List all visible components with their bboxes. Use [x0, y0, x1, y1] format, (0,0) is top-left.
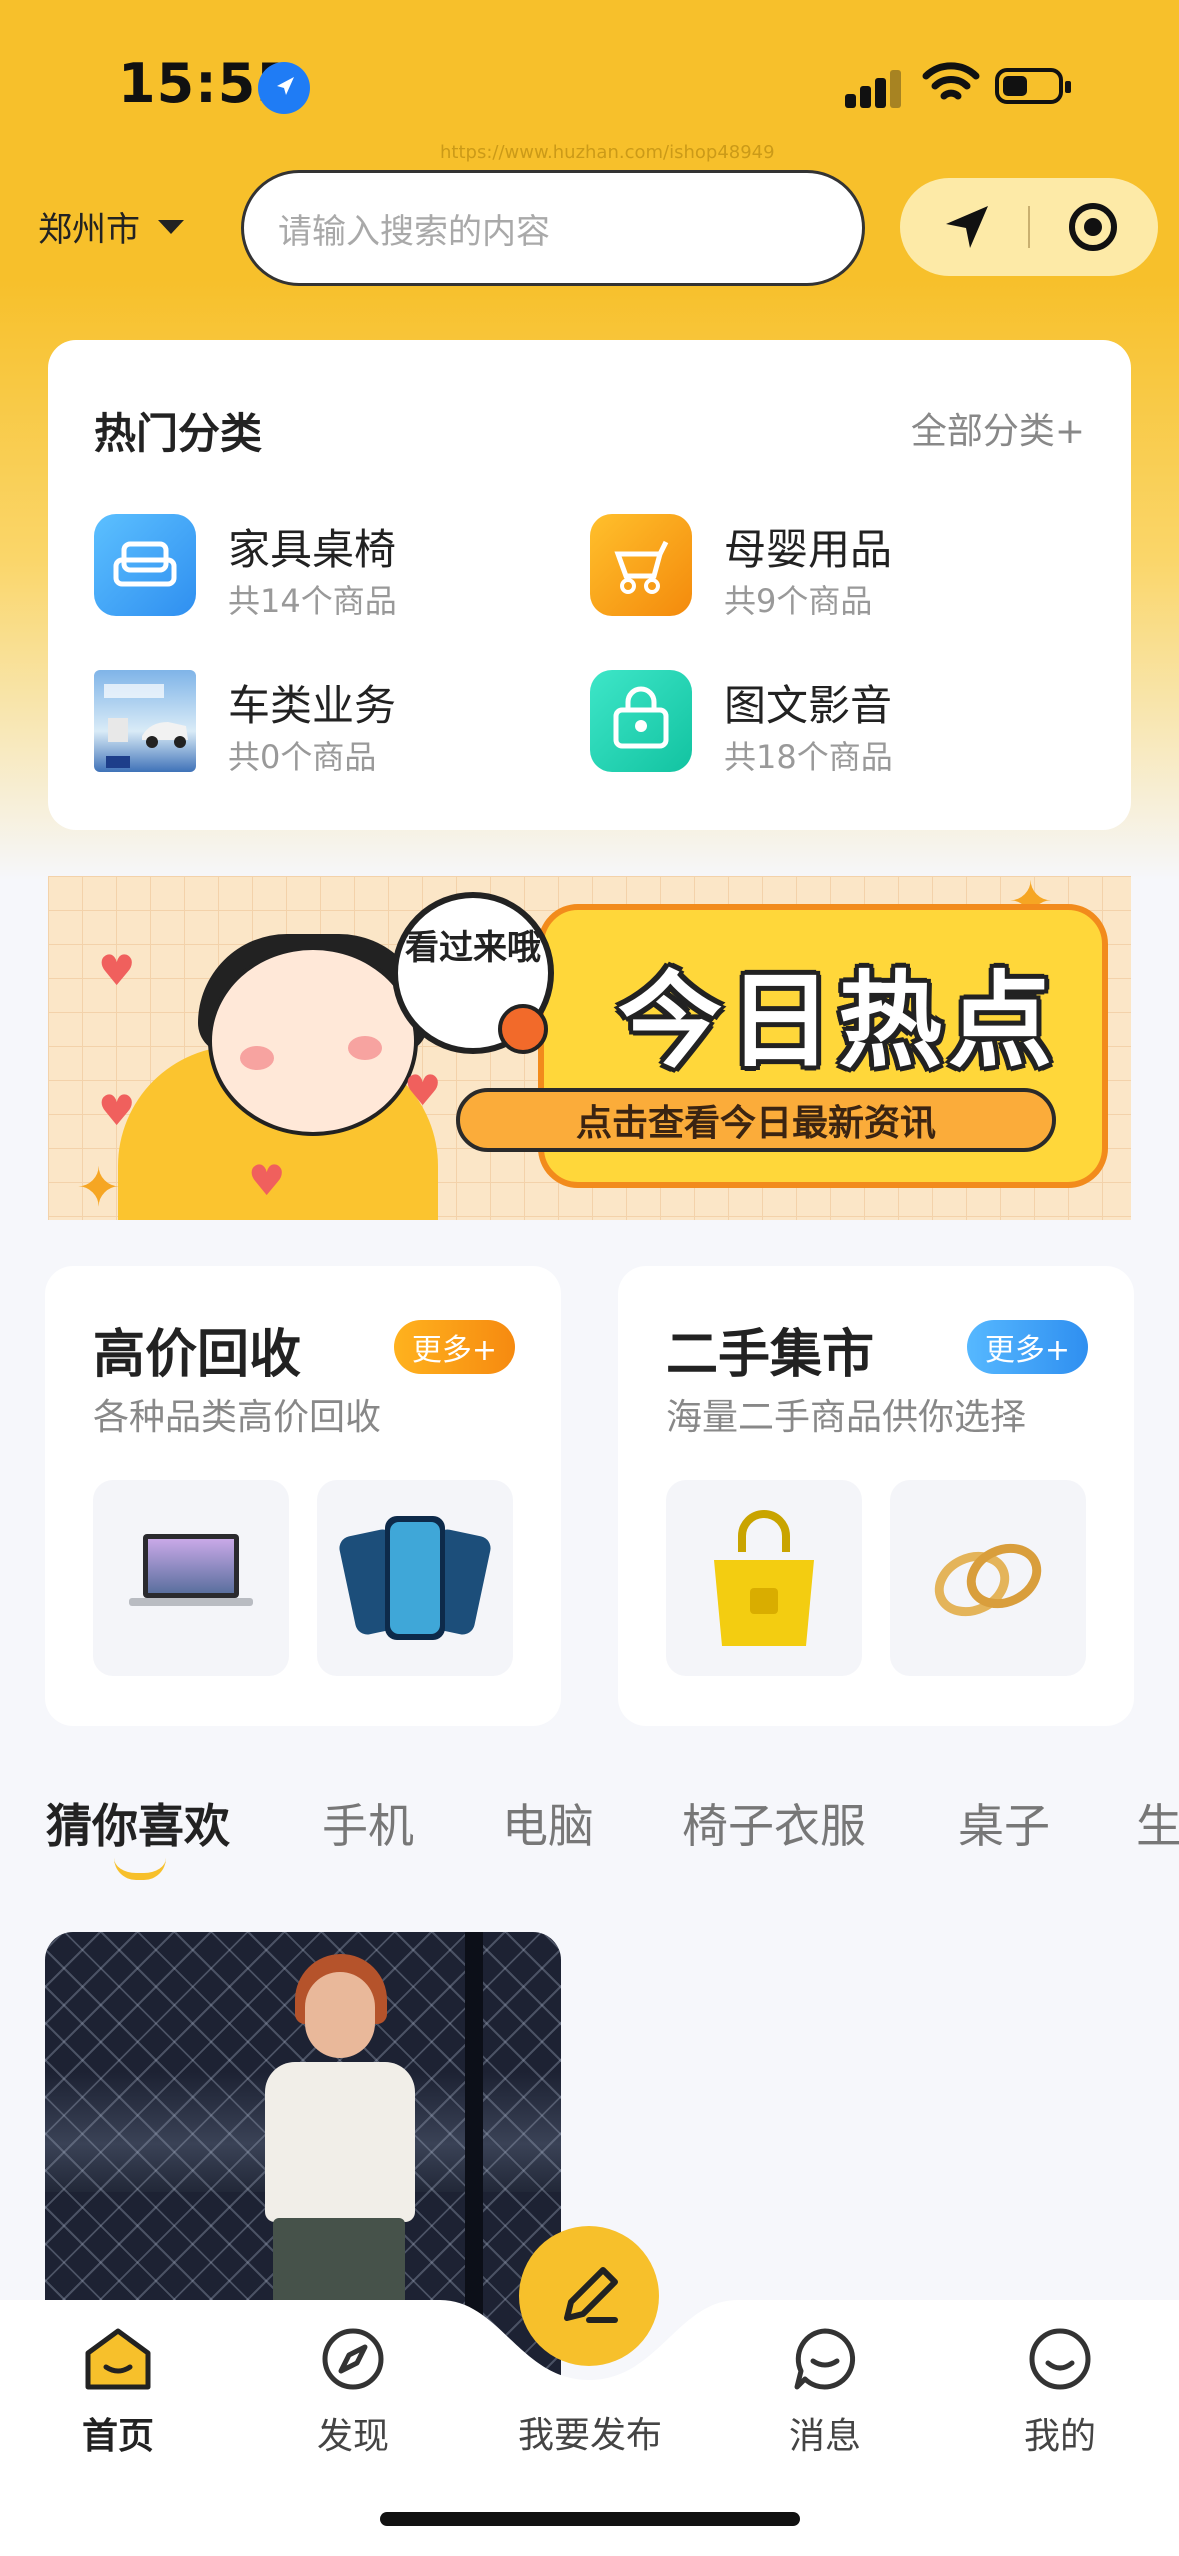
battery-icon	[995, 68, 1071, 104]
wifi-icon	[922, 58, 980, 108]
category-count: 共18个商品	[724, 738, 893, 776]
location-actions	[900, 178, 1158, 276]
rings-image[interactable]	[890, 1480, 1086, 1676]
product-image-shirt	[265, 2062, 415, 2222]
url-watermark: https://www.huzhan.com/ishop48949	[440, 142, 775, 163]
heart-icon: ♥	[98, 1086, 136, 1135]
tab-label: 我的	[1023, 2416, 1096, 2457]
more-button[interactable]: 更多+	[393, 1320, 515, 1374]
active-tab-indicator	[114, 1858, 166, 1880]
all-categories-link[interactable]: 全部分类+	[911, 402, 1085, 454]
cellular-signal-icon	[845, 64, 905, 108]
today-hot-banner[interactable]: ♥ ♥ ♥ ♥ ✦ ✦ 看过来哦 今日热点 点击查看今日最新资讯	[48, 876, 1131, 1220]
banner-title: 今日热点	[618, 960, 1059, 1082]
card-title: 二手集市	[666, 1325, 875, 1385]
product-image-model-head	[305, 1972, 375, 2058]
publish-button[interactable]	[519, 2226, 659, 2366]
more-button[interactable]: 更多+	[966, 1320, 1088, 1374]
phones-image[interactable]	[317, 1480, 513, 1676]
tab-chairs-clothes[interactable]: 椅子衣服	[682, 1790, 866, 1856]
banner-illustration-face	[208, 946, 418, 1136]
chat-bubble-icon	[791, 2325, 859, 2393]
heart-icon: ♥	[248, 1156, 286, 1205]
category-furniture[interactable]: 家具桌椅 共14个商品	[94, 514, 564, 624]
publish-label[interactable]: 我要发布	[490, 2406, 690, 2458]
cheek	[240, 1046, 274, 1070]
status-bar: 15:55 https://www.huzhan.com/ishop48949	[0, 0, 1179, 170]
cheek	[348, 1036, 382, 1060]
disc-bag-icon	[590, 670, 692, 772]
city-label: 郑州市	[38, 210, 140, 250]
category-vehicles[interactable]: 车类业务 共0个商品	[94, 670, 564, 780]
section-title: 热门分类	[94, 409, 263, 458]
card-subtitle: 各种品类高价回收	[93, 1397, 382, 1438]
category-count: 共9个商品	[724, 582, 873, 620]
heart-icon: ♥	[404, 1066, 442, 1115]
tab-computers[interactable]: 电脑	[502, 1790, 594, 1856]
tab-label: 消息	[788, 2416, 861, 2457]
smile-face-icon	[1026, 2325, 1094, 2393]
tab-phones[interactable]: 手机	[322, 1790, 414, 1856]
star-icon: ✦	[76, 1156, 122, 1219]
target-location-icon[interactable]	[1066, 200, 1120, 254]
caret-down-icon	[158, 219, 184, 234]
home-indicator	[380, 2512, 800, 2526]
tab-guess-you-like[interactable]: 猜你喜欢	[46, 1790, 230, 1856]
city-selector[interactable]: 郑州市	[38, 202, 184, 251]
sofa-icon	[94, 514, 196, 616]
location-active-icon	[258, 62, 310, 114]
compass-icon	[319, 2325, 387, 2393]
heart-icon: ♥	[98, 946, 136, 995]
category-name: 图文影音	[724, 681, 893, 730]
category-media[interactable]: 图文影音 共18个商品	[590, 670, 1060, 780]
tab-label: 首页	[81, 2416, 154, 2457]
divider	[1028, 206, 1030, 248]
second-hand-card[interactable]: 二手集市 更多+ 海量二手商品供你选择	[618, 1266, 1134, 1726]
stroller-icon	[590, 514, 692, 616]
navigation-arrow-icon[interactable]	[940, 200, 994, 254]
tab-tables[interactable]: 桌子	[958, 1790, 1050, 1856]
category-name: 母婴用品	[724, 525, 893, 574]
card-title: 高价回收	[93, 1325, 302, 1385]
banner-dot	[498, 1004, 548, 1054]
category-count: 共0个商品	[228, 738, 377, 776]
home-icon	[84, 2325, 152, 2393]
category-count: 共14个商品	[228, 582, 397, 620]
banner-subtitle: 点击查看今日最新资讯	[456, 1088, 1056, 1152]
recycle-card[interactable]: 高价回收 更多+ 各种品类高价回收	[45, 1266, 561, 1726]
card-subtitle: 海量二手商品供你选择	[666, 1397, 1027, 1438]
car-thumbnail	[94, 670, 196, 772]
category-baby[interactable]: 母婴用品 共9个商品	[590, 514, 1060, 624]
search-input[interactable]: 请输入搜索的内容	[241, 170, 865, 286]
hot-categories-card: 热门分类 全部分类+ 家具桌椅 共14个商品 母婴用品 共9个商品 车类业务 共…	[48, 340, 1131, 830]
handbag-image[interactable]	[666, 1480, 862, 1676]
category-name: 家具桌椅	[228, 525, 397, 574]
category-name: 车类业务	[228, 681, 397, 730]
search-placeholder: 请输入搜索的内容	[278, 211, 550, 252]
tab-more-cut[interactable]: 生	[1136, 1790, 1179, 1856]
laptop-image[interactable]	[93, 1480, 289, 1676]
tab-label: 发现	[316, 2416, 389, 2457]
